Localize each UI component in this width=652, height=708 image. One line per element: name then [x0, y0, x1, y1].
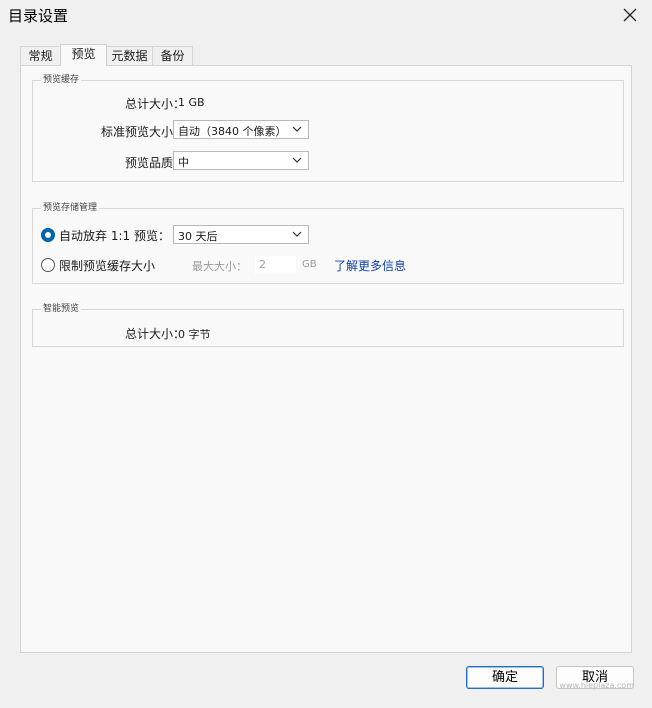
max-size-unit: GB [302, 259, 317, 270]
close-button[interactable] [616, 3, 644, 27]
tab-metadata[interactable]: 元数据 [106, 46, 153, 65]
standard-preview-size-select[interactable]: 自动（3840 个像素） [173, 120, 309, 139]
limit-cache-radio[interactable] [41, 258, 55, 272]
chevron-down-icon [292, 157, 302, 163]
close-icon [623, 8, 637, 22]
preview-total-size-value: 1 GB [178, 96, 205, 109]
tab-backup[interactable]: 备份 [152, 46, 193, 65]
max-size-input[interactable]: 2 [255, 256, 296, 274]
smart-preview-group: 智能预览 总计大小： 0 字节 [32, 304, 624, 347]
preview-storage-title: 预览存储管理 [41, 203, 100, 214]
tab-general[interactable]: 常规 [20, 46, 61, 65]
max-size-label: 最大大小： [192, 260, 247, 273]
auto-discard-select[interactable]: 30 天后 [173, 225, 309, 244]
preview-total-size-label: 总计大小： [124, 97, 185, 111]
auto-discard-value: 30 天后 [178, 230, 218, 243]
window-title: 目录设置 [8, 7, 69, 25]
preview-cache-title: 预览缓存 [41, 75, 82, 86]
ok-button[interactable]: 确定 [466, 666, 544, 689]
preview-cache-group: 预览缓存 总计大小： 1 GB 标准预览大小： 自动（3840 个像素） 预览品… [32, 75, 624, 182]
smart-preview-title: 智能预览 [41, 304, 82, 315]
tab-preview[interactable]: 预览 [60, 44, 107, 66]
limit-cache-label[interactable]: 限制预览缓存大小 [59, 257, 155, 274]
auto-discard-radio[interactable] [41, 228, 55, 242]
smart-total-size-label: 总计大小： [124, 327, 185, 341]
preview-quality-value: 中 [178, 156, 189, 169]
title-bar: 目录设置 [0, 0, 652, 30]
chevron-down-icon [292, 231, 302, 237]
tab-panel-preview: 预览缓存 总计大小： 1 GB 标准预览大小： 自动（3840 个像素） 预览品… [20, 65, 632, 653]
standard-preview-size-value: 自动（3840 个像素） [178, 125, 287, 138]
learn-more-link[interactable]: 了解更多信息 [334, 257, 406, 274]
preview-storage-group: 预览存储管理 自动放弃 1:1 预览： 30 天后 限制预览缓存大小 最大大小：… [32, 203, 624, 284]
watermark: www.hieplaza.com [559, 681, 634, 690]
smart-total-size-value: 0 字节 [178, 328, 211, 341]
chevron-down-icon [292, 126, 302, 132]
preview-quality-select[interactable]: 中 [173, 151, 309, 170]
auto-discard-label[interactable]: 自动放弃 1:1 预览： [59, 227, 170, 244]
